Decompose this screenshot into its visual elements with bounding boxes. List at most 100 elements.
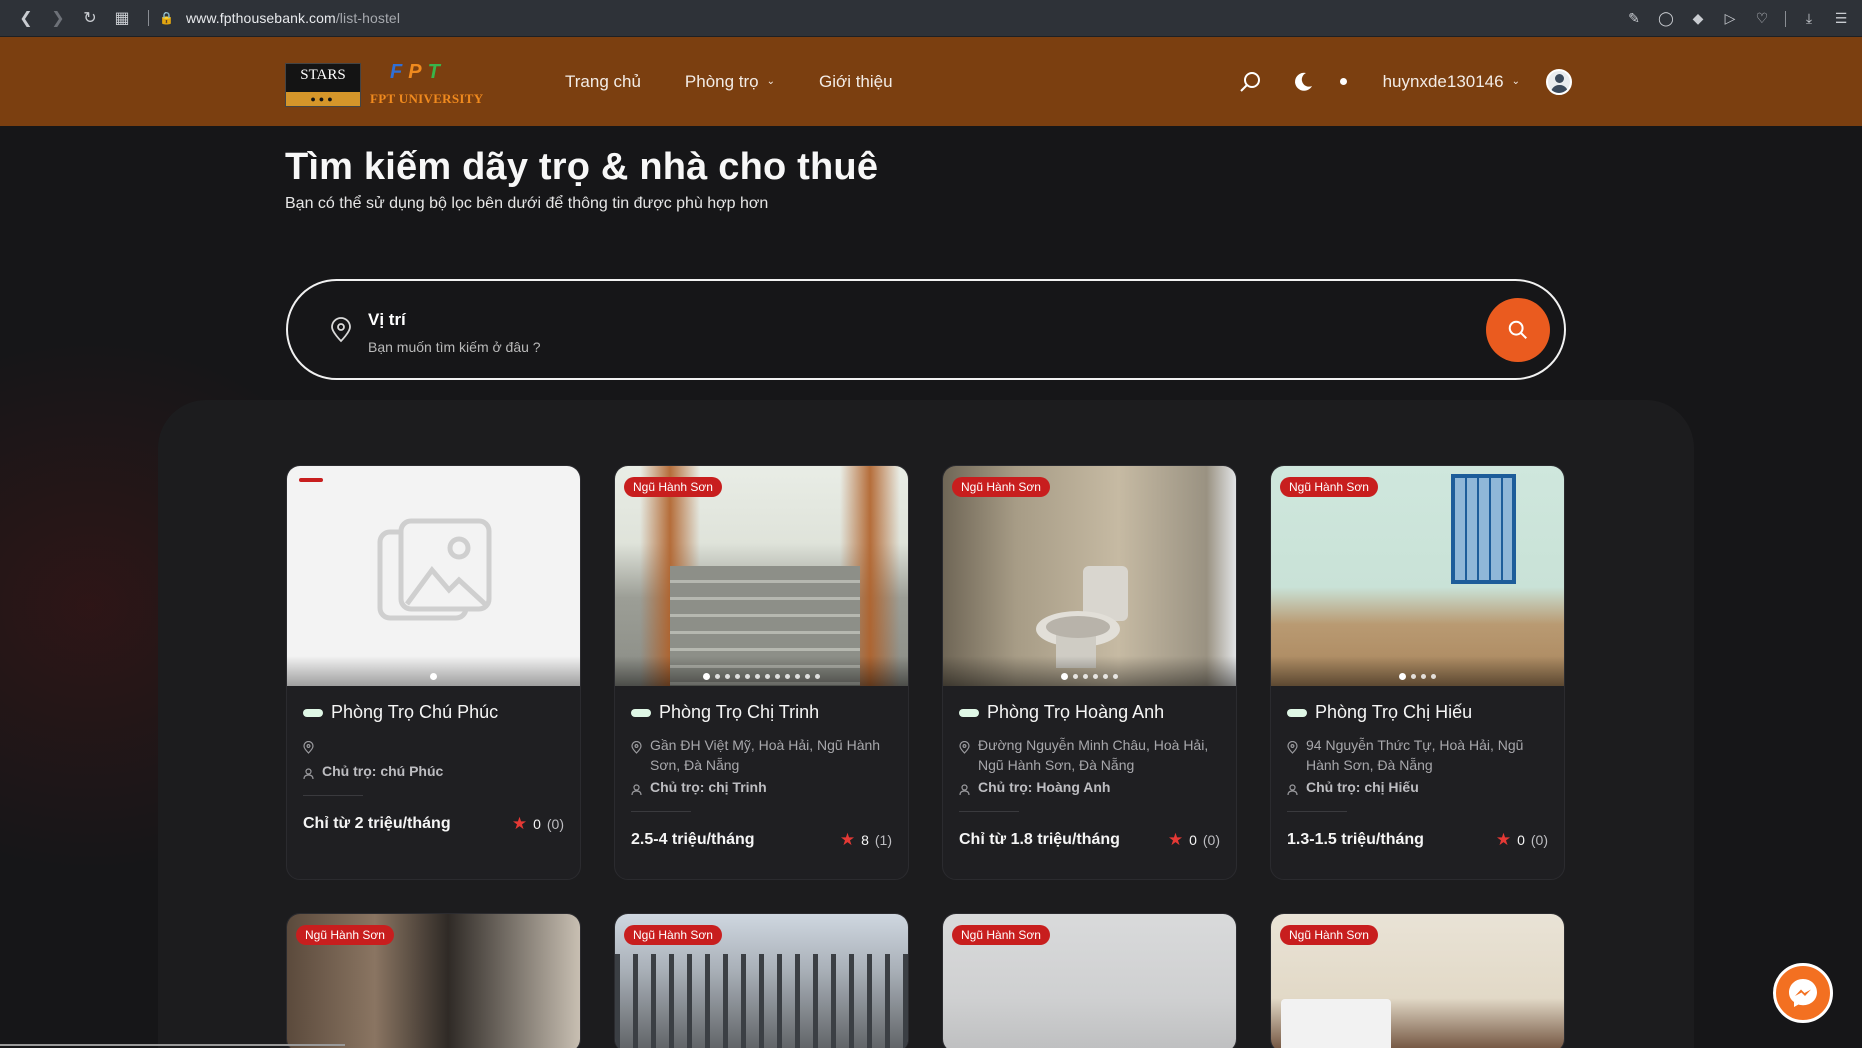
carousel-dots[interactable] xyxy=(615,673,908,680)
listing-card[interactable]: Ngũ Hành Sơn Phòng Trọ Hoàng Anh Đường N… xyxy=(942,465,1237,880)
grid-icon[interactable]: ▦ xyxy=(106,3,138,33)
listing-photo[interactable]: Ngũ Hành Sơn xyxy=(943,914,1236,1048)
listing-owner-text: Chủ trọ: chú Phúc xyxy=(322,763,444,779)
listing-photo[interactable] xyxy=(287,466,580,686)
nav-about[interactable]: Giới thiệu xyxy=(819,72,893,92)
search-bar[interactable]: Vị trí xyxy=(286,279,1566,380)
rating-count: (1) xyxy=(874,832,892,848)
listing-photo[interactable]: Ngũ Hành Sơn xyxy=(1271,914,1564,1048)
shield-icon[interactable]: ◆ xyxy=(1685,4,1711,34)
stars-logo[interactable]: STARS ●●● xyxy=(285,63,361,107)
url-host: www.fpthousebank.com xyxy=(185,10,336,26)
search-icon[interactable] xyxy=(1236,67,1266,97)
photo-shade xyxy=(287,656,580,686)
photo-shade xyxy=(943,656,1236,686)
fpt-university-logo[interactable]: FPT FPT UNIVERSITY xyxy=(370,61,490,111)
photo-detail xyxy=(1451,474,1516,584)
heart-icon[interactable]: ♡ xyxy=(1749,4,1775,34)
listing-rating: ★ 8 (1) xyxy=(840,830,892,850)
status-pill xyxy=(959,708,979,717)
send-icon[interactable]: ▷ xyxy=(1717,4,1743,34)
chevron-down-icon[interactable]: ⌄ xyxy=(1512,76,1520,87)
area-badge: Ngũ Hành Sơn xyxy=(952,477,1050,497)
listing-photo[interactable]: Ngũ Hành Sơn xyxy=(615,466,908,686)
listing-address-text: Đường Nguyễn Minh Châu, Hoà Hải, Ngũ Hàn… xyxy=(978,737,1209,773)
area-badge: Ngũ Hành Sơn xyxy=(296,925,394,945)
star-icon: ★ xyxy=(1167,830,1184,849)
back-icon[interactable]: ❮ xyxy=(10,3,42,33)
listing-owner: Chủ trọ: chị Hiếu xyxy=(1287,779,1548,799)
listing-card[interactable]: Ngũ Hành Sơn Phòng Trọ Chị Hiếu 94 Nguyễ… xyxy=(1270,465,1565,880)
listing-card[interactable]: Ngũ Hành Sơn xyxy=(1270,913,1565,1048)
carousel-dots[interactable] xyxy=(287,673,580,680)
reload-icon[interactable]: ↻ xyxy=(74,3,106,33)
carousel-dots[interactable] xyxy=(943,673,1236,680)
listing-owner: Chủ trọ: chị Trinh xyxy=(631,779,892,799)
stars-logo-text: STARS xyxy=(300,67,346,83)
listing-name[interactable]: Phòng Trọ Hoàng Anh xyxy=(987,702,1164,723)
address-bar[interactable]: www.fpthousebank.com/list-hostel xyxy=(186,10,400,26)
forward-icon[interactable]: ❯ xyxy=(42,3,74,33)
rating-count: (0) xyxy=(1202,832,1220,848)
edit-icon[interactable]: ✎ xyxy=(1621,4,1647,34)
search-submit-button[interactable] xyxy=(1486,298,1550,362)
listing-photo[interactable]: Ngũ Hành Sơn xyxy=(615,914,908,1048)
star-icon: ★ xyxy=(1495,830,1512,849)
listing-owner-text: Chủ trọ: chị Hiếu xyxy=(1306,779,1419,795)
listing-card[interactable]: Ngũ Hành Sơn xyxy=(614,913,909,1048)
search-input[interactable] xyxy=(368,337,1068,357)
listing-photo[interactable]: Ngũ Hành Sơn xyxy=(287,914,580,1048)
menu-icon[interactable]: ☰ xyxy=(1828,4,1854,34)
listing-card[interactable]: Ngũ Hành Sơn xyxy=(942,913,1237,1048)
download-icon[interactable]: ⤓ xyxy=(1796,4,1822,34)
header-actions: huynxde130146 ⌄ xyxy=(1236,37,1572,126)
status-pill xyxy=(631,708,651,717)
rating-count: (0) xyxy=(1530,832,1548,848)
listing-name[interactable]: Phòng Trọ Chị Hiếu xyxy=(1315,702,1472,723)
listing-price: 2.5-4 triệu/tháng xyxy=(631,831,755,848)
star-icon: ★ xyxy=(511,814,528,833)
location-pin-icon xyxy=(328,317,354,343)
search-label: Vị trí xyxy=(368,310,406,329)
listing-card[interactable]: Phòng Trọ Chú Phúc Chủ trọ: chú Phúc Chỉ… xyxy=(286,465,581,880)
listing-card[interactable]: Ngũ Hành Sơn Phòng Trọ Chị Trinh Gần ĐH … xyxy=(614,465,909,880)
lock-icon[interactable]: 🔒 xyxy=(159,11,174,25)
area-badge: Ngũ Hành Sơn xyxy=(624,925,722,945)
location-pin-icon xyxy=(959,735,970,775)
carousel-dots[interactable] xyxy=(1271,673,1564,680)
toolbar-divider xyxy=(1785,10,1786,27)
listing-address-text: 94 Nguyễn Thức Tự, Hoà Hải, Ngũ Hành Sơn… xyxy=(1306,737,1524,773)
nav-rooms[interactable]: Phòng trọ ⌄ xyxy=(685,72,775,92)
page-subtitle: Bạn có thể sử dụng bộ lọc bên dưới để th… xyxy=(285,195,769,212)
user-menu-name[interactable]: huynxde130146 xyxy=(1383,72,1504,92)
listing-rating: ★ 0 (0) xyxy=(512,814,564,834)
photo-detail xyxy=(1036,566,1128,668)
photo-shade xyxy=(1271,656,1564,686)
area-badge: Ngũ Hành Sơn xyxy=(952,925,1050,945)
rating-value: 0 xyxy=(533,816,541,832)
listing-owner: Chủ trọ: chú Phúc xyxy=(303,763,564,783)
listing-photo[interactable]: Ngũ Hành Sơn xyxy=(1271,466,1564,686)
listing-photo[interactable]: Ngũ Hành Sơn xyxy=(943,466,1236,686)
avatar[interactable] xyxy=(1546,68,1572,95)
listing-name[interactable]: Phòng Trọ Chị Trinh xyxy=(659,702,819,723)
listing-address-text: Gần ĐH Việt Mỹ, Hoà Hải, Ngũ Hành Sơn, Đ… xyxy=(650,737,881,773)
camera-icon[interactable]: ◯ xyxy=(1653,4,1679,34)
photo-detail xyxy=(615,954,908,1048)
listing-card[interactable]: Ngũ Hành Sơn xyxy=(286,913,581,1048)
listing-price: Chỉ từ 2 triệu/tháng xyxy=(303,815,451,832)
area-badge xyxy=(299,478,323,482)
listing-owner: Chủ trọ: Hoàng Anh xyxy=(959,779,1220,799)
nav-home[interactable]: Trang chủ xyxy=(565,72,641,92)
listing-price: Chỉ từ 1.8 triệu/tháng xyxy=(959,831,1120,848)
listing-name[interactable]: Phòng Trọ Chú Phúc xyxy=(331,702,498,723)
status-pill xyxy=(1287,708,1307,717)
rating-value: 0 xyxy=(1517,832,1525,848)
listing-rating: ★ 0 (0) xyxy=(1168,830,1220,850)
messenger-chat-button[interactable] xyxy=(1773,963,1833,1023)
notification-dot-icon[interactable] xyxy=(1339,78,1347,85)
page-title: Tìm kiếm dãy trọ & nhà cho thuê xyxy=(285,146,879,188)
listing-rating: ★ 0 (0) xyxy=(1496,830,1548,850)
photo-detail xyxy=(1281,999,1391,1048)
moon-icon[interactable] xyxy=(1288,67,1318,97)
